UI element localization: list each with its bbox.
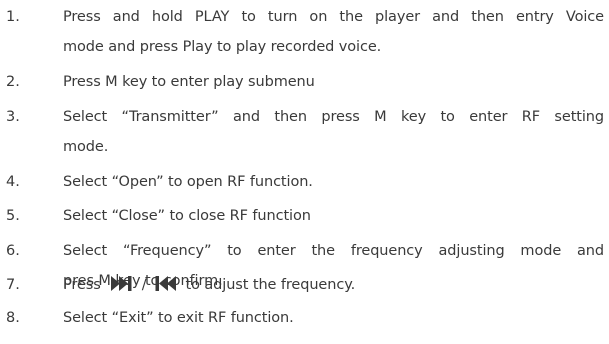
step-text: Press M key to enter play submenu [63,67,604,97]
step-number: 2. [6,74,20,90]
previous-track-icon [155,276,177,291]
step-prefix-text: Press [63,277,101,293]
step-text-line: Select “Exit” to exit RF function. [63,310,294,326]
step-text-line: Press and hold PLAY to turn on the playe… [63,9,604,25]
step-text: Select “Close” to close RF function [63,201,604,231]
step-text: Press / to adjust the frequency. [63,270,604,300]
step-text-line: Press M key to enter play submenu [63,74,315,90]
separator-text: / [141,277,147,293]
step-text: Press and hold PLAY to turn on the playe… [63,2,604,62]
step-text-line: Select “Close” to close RF function [63,208,311,224]
step-text-line: Press / to adjust the frequency. [63,270,604,300]
step-number: 4. [6,174,20,190]
step-text-line: Select “Frequency” to enter the frequenc… [63,243,604,259]
step-number: 1. [6,9,20,25]
step-text: Select “Transmitter” and then press M ke… [63,102,604,162]
step-text-line: mode and press Play to play recorded voi… [63,39,382,55]
step-suffix-text: to adjust the frequency. [185,277,356,293]
step-text: Select “Open” to open RF function. [63,167,604,197]
step-number: 6. [6,243,20,259]
next-track-icon [111,276,133,291]
step-text-line: mode. [63,139,109,155]
step-text: Select “Exit” to exit RF function. [63,303,604,333]
step-text-line: Select “Open” to open RF function. [63,174,313,190]
step-number: 5. [6,208,20,224]
step-text-line: Select “Transmitter” and then press M ke… [63,109,604,125]
step-number: 3. [6,109,20,125]
instruction-list: 1. Press and hold PLAY to turn on the pl… [0,0,609,344]
step-number: 7. [6,277,20,293]
step-number: 8. [6,310,20,326]
